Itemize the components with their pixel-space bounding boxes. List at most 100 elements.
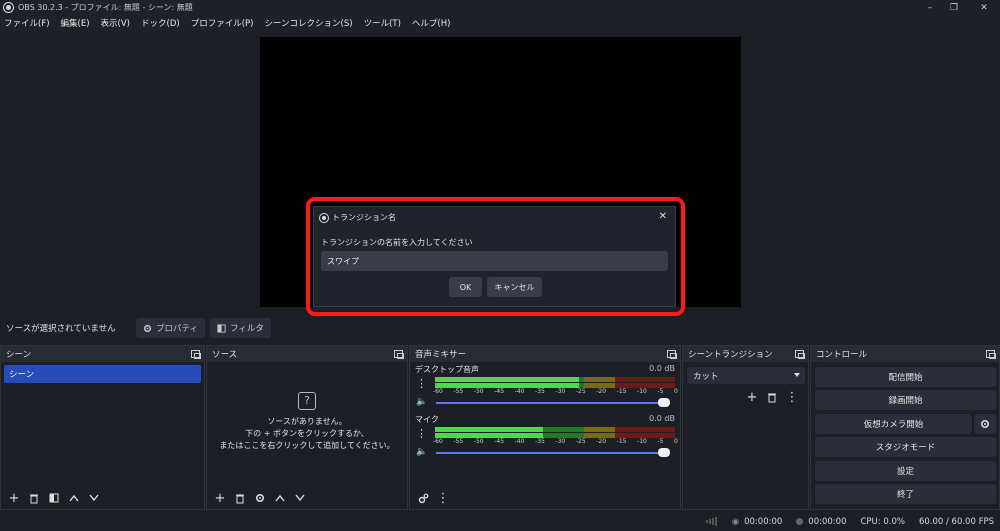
empty-line-3: またはここを右クリックして追加してください。 [219,441,395,450]
close-icon[interactable]: ✕ [970,0,998,15]
volume-slider-handle[interactable] [658,398,670,407]
virtual-camera-settings-gear-icon[interactable] [974,414,996,434]
menu-help[interactable]: ヘルプ(H) [412,17,451,29]
menu-view[interactable]: 表示(V) [101,17,130,29]
undock-icon[interactable] [191,350,201,359]
controls-dock-header: コントロール [811,346,999,362]
volume-slider-handle[interactable] [658,448,670,457]
filters-button[interactable]: フィルタ [210,318,271,338]
close-icon[interactable]: ✕ [659,211,667,222]
more-vertical-icon[interactable]: ⋮ [416,427,427,441]
trash-icon[interactable] [763,388,781,406]
more-vertical-icon[interactable]: ⋮ [416,377,427,391]
undock-icon[interactable] [394,350,404,359]
level-meter [435,427,675,432]
volume-slider[interactable] [436,402,660,404]
gear-icon [143,324,152,333]
add-icon[interactable]: + [5,489,23,507]
trash-icon[interactable] [25,489,43,507]
scenes-dock-title: シーン [6,350,32,360]
trash-icon[interactable] [231,489,249,507]
transition-select[interactable]: カット [687,367,805,384]
transition-name-dialog: トランジション名 ✕ トランジションの名前を入力してください OK キャンセル [313,206,676,307]
filter-icon[interactable] [45,489,63,507]
fps-readout: 60.00 / 60.00 FPS [918,516,994,527]
properties-button[interactable]: プロパティ [136,318,205,338]
filters-label: フィルタ [230,324,264,334]
source-toolbar: ソースが選択されていません プロパティ フィルタ [0,314,1000,342]
db-scale: -60 -55 -50 -45 -40 -35 -30 -25 -20 -15 -10 -5 0 [433,438,678,445]
undock-icon[interactable] [795,350,805,359]
mixer-channel-desktop: デスクトップ音声 0.0 dB ⋮ -60 -55 -50 -45 -40 -35 -30-… [413,364,678,414]
volume-row: 🔈 [416,397,674,409]
empty-line-1: ソースがありません。 [267,417,347,426]
channel-db: 0.0 dB [649,364,675,373]
more-vertical-icon[interactable]: ⋮ [434,489,452,507]
advanced-audio-gear-icon[interactable] [414,489,432,507]
ok-button[interactable]: OK [449,277,482,297]
title-bar: OBS 30.2.3 - プロファイル: 無題 - シーン: 無題 – ❐ ✕ [0,0,1000,15]
obs-logo-icon [319,212,329,223]
studio-mode-button[interactable]: スタジオモード [815,437,996,457]
question-icon: ? [298,392,316,410]
list-item[interactable]: シーン [4,365,201,383]
menu-edit[interactable]: 編集(E) [61,17,90,29]
no-source-label: ソースが選択されていません [6,324,116,334]
filter-icon [217,323,226,333]
chevron-up-icon[interactable] [65,489,83,507]
cpu-usage: CPU: 0.0% [860,516,905,527]
transition-name-input[interactable] [321,251,668,271]
add-icon[interactable]: + [743,388,761,406]
more-vertical-icon[interactable]: ⋮ [783,388,801,406]
settings-button[interactable]: 設定 [815,461,996,481]
transition-select-value: カット [693,371,719,382]
menu-dock[interactable]: ドック(D) [141,17,180,29]
scenes-dock: シーン シーン + [0,345,205,510]
start-streaming-button[interactable]: 配信開始 [815,367,996,387]
record-time: 00:00:00 [796,517,846,527]
menu-bar: ファイル(F) 編集(E) 表示(V) ドック(D) プロファイル(P) シーン… [0,15,1000,31]
dialog-title-bar: トランジション名 [319,212,396,223]
start-recording-button[interactable]: 録画開始 [815,390,996,410]
start-virtual-camera-button[interactable]: 仮想カメラ開始 [815,414,972,434]
mixer-dock-header: 音声ミキサー [410,346,680,362]
obs-logo-icon [3,2,14,13]
audio-mixer-dock: 音声ミキサー デスクトップ音声 0.0 dB ⋮ -60 -55 -50 -45 -40… [409,345,681,510]
sources-dock-header: ソース [207,346,407,362]
status-bar: ◉ 00:00:00 00:00:00 CPU: 0.0% 60.00 / 60… [0,512,1000,531]
empty-sources-message: ? ソースがありません。 下の + ボタンをクリックするか、 またはここを右クリ… [207,392,407,452]
chevron-down-icon[interactable] [291,489,309,507]
scenes-toolbar: + [1,487,204,509]
mixer-channel-mic: マイク 0.0 dB ⋮ -60 -55 -50 -45 -40 -35 -30 -25 -20… [413,414,678,464]
undock-icon[interactable] [986,350,996,359]
level-meter [435,377,675,382]
undock-icon[interactable] [667,350,677,359]
gear-icon[interactable] [251,489,269,507]
controls-dock-title: コントロール [816,350,868,360]
add-icon[interactable]: + [211,489,229,507]
cancel-button[interactable]: キャンセル [487,277,542,297]
exit-button[interactable]: 終了 [815,484,996,504]
maximize-icon[interactable]: ❐ [940,0,968,15]
controls-dock: コントロール 配信開始 録画開始 仮想カメラ開始 スタジオモード 設定 終了 [810,345,1000,510]
controls-body: 配信開始 録画開始 仮想カメラ開始 スタジオモード 設定 終了 [811,362,999,509]
mixer-dock-title: 音声ミキサー [415,350,467,360]
volume-slider[interactable] [436,452,660,454]
chevron-down-icon[interactable] [85,489,103,507]
sources-dock-title: ソース [212,350,238,360]
speaker-icon[interactable]: 🔈 [416,447,427,457]
properties-label: プロパティ [156,324,198,334]
transitions-dock-header: シーントランジション [683,346,808,362]
chevron-up-icon[interactable] [271,489,289,507]
menu-file[interactable]: ファイル(F) [4,17,50,29]
transitions-body: カット + ⋮ [683,362,808,509]
menu-tools[interactable]: ツール(T) [364,17,401,29]
speaker-icon[interactable]: 🔈 [416,397,427,407]
stream-time: ◉ 00:00:00 [731,516,783,527]
transition-tools: + ⋮ [743,388,803,406]
network-signal-icon [705,517,718,526]
menu-profile[interactable]: プロファイル(P) [191,17,254,29]
menu-scene-collection[interactable]: シーンコレクション(S) [264,17,352,29]
channel-name: デスクトップ音声 [415,365,479,374]
dialog-title: トランジション名 [332,213,396,222]
